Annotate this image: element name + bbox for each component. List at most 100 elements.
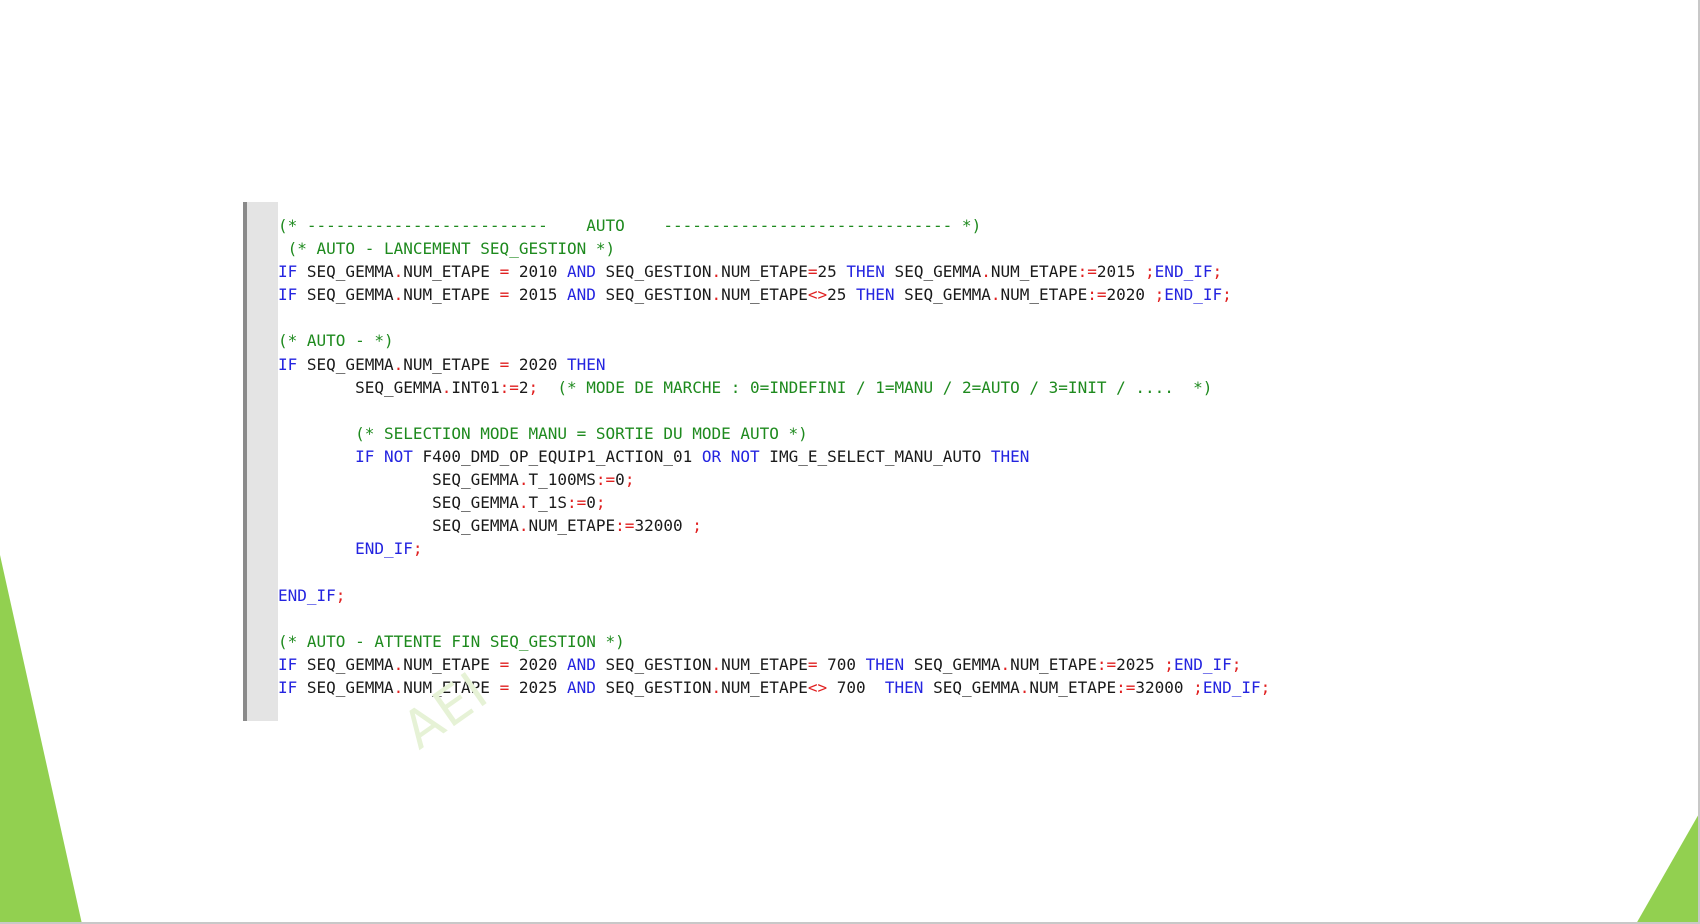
code-token: . <box>981 262 991 282</box>
code-token: 32000 <box>634 516 693 536</box>
code-line: END_IF; <box>278 584 1438 607</box>
code-token: END_IF <box>1202 677 1261 697</box>
code-token: SEQ_GEMMA <box>297 677 394 697</box>
code-token: (* AUTO - LANCEMENT SEQ_GESTION *) <box>278 239 616 259</box>
code-token: THEN <box>846 262 885 282</box>
code-token: SEQ_GESTION <box>595 677 712 697</box>
code-token: SEQ_GEMMA <box>904 654 1001 674</box>
code-token: THEN <box>856 285 895 305</box>
code-token: NUM_ETAPE <box>528 516 616 536</box>
code-token: 2010 <box>509 262 567 282</box>
code-line: SEQ_GEMMA.INT01:=2; (* MODE DE MARCHE : … <box>278 376 1438 399</box>
code-token: 25 <box>817 262 847 282</box>
right-green-triangle <box>1636 812 1700 924</box>
code-token: SEQ_GEMMA <box>297 354 394 374</box>
code-token: SEQ_GEMMA <box>297 654 394 674</box>
code-token: NUM_ETAPE <box>403 285 500 305</box>
code-token: . <box>1019 677 1030 697</box>
code-token: SEQ_GEMMA <box>884 262 982 282</box>
code-token: NUM_ETAPE <box>721 262 808 282</box>
code-token: ; <box>1260 677 1271 697</box>
code-token: END_IF <box>1164 285 1223 305</box>
code-token: NOT <box>383 446 413 466</box>
code-token: ; <box>335 585 346 605</box>
code-token: IMG_E_SELECT_MANU_AUTO <box>759 446 991 466</box>
code-token: := <box>615 516 635 536</box>
code-token: (* ------------------------- AUTO ------… <box>278 216 982 235</box>
code-line: END_IF; <box>278 537 1438 560</box>
code-line: IF SEQ_GEMMA.NUM_ETAPE = 2010 AND SEQ_GE… <box>278 260 1438 283</box>
code-token: OR <box>701 446 722 466</box>
code-token: NUM_ETAPE <box>403 262 500 282</box>
code-token: IF <box>278 354 298 374</box>
code-token: NUM_ETAPE <box>990 262 1078 282</box>
code-token: SEQ_GEMMA <box>923 677 1020 697</box>
editor-gutter <box>243 202 278 721</box>
code-token: 2025 <box>509 677 567 697</box>
code-token: . <box>393 262 404 282</box>
code-token: SEQ_GEMMA <box>278 377 442 397</box>
code-token: := <box>1096 654 1117 674</box>
code-token: . <box>711 285 722 305</box>
code-token: SEQ_GEMMA <box>297 262 394 282</box>
code-token: 2025 <box>1116 654 1165 674</box>
code-token: ; <box>692 516 702 536</box>
code-token: ; <box>1145 262 1155 282</box>
code-token: F400_DMD_OP_EQUIP1_ACTION_01 <box>412 446 702 466</box>
code-line: (* AUTO - ATTENTE FIN SEQ_GESTION *) <box>278 630 1438 653</box>
code-token: SEQ_GEMMA <box>278 493 519 513</box>
code-token: THEN <box>884 677 924 697</box>
code-token: 2015 <box>509 285 567 305</box>
code-token: ; <box>624 470 635 490</box>
code-line: IF SEQ_GEMMA.NUM_ETAPE = 2015 AND SEQ_GE… <box>278 283 1438 306</box>
code-token: := <box>499 377 519 397</box>
code-token: NUM_ETAPE <box>721 285 808 305</box>
code-line: (* AUTO - LANCEMENT SEQ_GESTION *) <box>278 237 1438 260</box>
code-line: (* AUTO - *) <box>278 329 1438 352</box>
code-token: SEQ_GEMMA <box>278 470 519 490</box>
code-line: IF SEQ_GEMMA.NUM_ETAPE = 2020 THEN <box>278 353 1438 376</box>
code-line: (* SELECTION MODE MANU = SORTIE DU MODE … <box>278 422 1438 445</box>
code-editor-screenshot: (* ------------------------- AUTO ------… <box>243 202 1443 721</box>
code-token: ; <box>1154 285 1165 305</box>
code-token: IF <box>278 262 298 282</box>
code-token: IF <box>278 446 375 466</box>
code-token: ; <box>1193 677 1203 697</box>
code-token: 32000 <box>1135 677 1194 697</box>
code-token: . <box>711 677 722 697</box>
code-token: 25 <box>827 285 857 305</box>
code-token: = <box>499 654 510 674</box>
code-token: ; <box>1212 262 1223 282</box>
code-token: 2020 <box>509 354 567 374</box>
code-token: AND <box>567 654 596 674</box>
code-token: SEQ_GEMMA <box>278 516 519 536</box>
code-token: NUM_ETAPE <box>1029 677 1117 697</box>
code-token: NUM_ETAPE <box>721 677 808 697</box>
code-token: (* AUTO - *) <box>278 331 394 351</box>
code-token: <> <box>807 677 828 697</box>
code-token: := <box>595 470 616 490</box>
code-token: THEN <box>567 354 606 374</box>
code-token: SEQ_GESTION <box>595 262 712 282</box>
code-token: := <box>1116 677 1136 697</box>
code-token: := <box>567 493 587 513</box>
code-line: SEQ_GEMMA.T_100MS:=0; <box>278 468 1438 491</box>
code-token: AND <box>567 285 596 305</box>
code-token: 2020 <box>509 654 567 674</box>
code-token: AND <box>567 677 596 697</box>
code-token: 0 <box>586 493 596 513</box>
code-token: END_IF <box>278 539 413 559</box>
code-token: . <box>990 285 1001 305</box>
code-token: NUM_ETAPE <box>1010 654 1097 674</box>
code-token: THEN <box>990 446 1030 466</box>
code-token: END_IF <box>1154 262 1213 282</box>
code-line: IF NOT F400_DMD_OP_EQUIP1_ACTION_01 OR N… <box>278 445 1438 468</box>
code-token: THEN <box>865 654 905 674</box>
code-token: 2020 <box>1106 285 1155 305</box>
code-token: <> <box>807 285 828 305</box>
code-token: ; <box>595 493 606 513</box>
